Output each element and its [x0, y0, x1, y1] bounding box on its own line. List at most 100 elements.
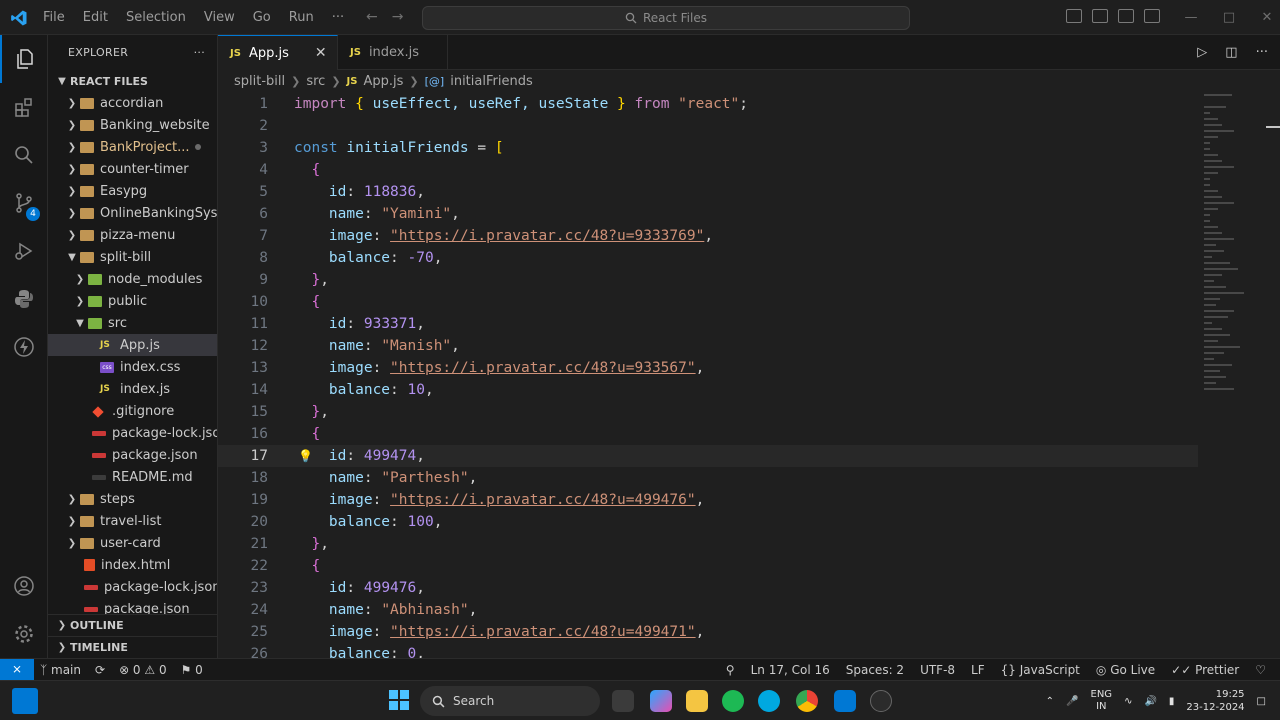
code-line[interactable]: 4 { — [218, 159, 1198, 181]
search-activity[interactable] — [0, 131, 48, 179]
code-line[interactable]: 3 const initialFriends = [ — [218, 137, 1198, 159]
menu-go[interactable]: Go — [244, 10, 280, 25]
ports-status[interactable]: ⚑ 0 — [181, 663, 203, 677]
copilot-icon[interactable] — [650, 690, 672, 712]
code-line[interactable]: 11 id: 933371, — [218, 313, 1198, 335]
file-root-package-lock-json[interactable]: package-lock.json — [48, 576, 217, 598]
taskbar-search[interactable]: Search — [420, 686, 600, 716]
folder-easypg[interactable]: ❯ Easypg — [48, 180, 217, 202]
code-line[interactable]: 2 — [218, 115, 1198, 137]
explorer-more-icon[interactable]: ··· — [194, 46, 205, 59]
workspace-section[interactable]: ▼ REACT FILES — [48, 70, 217, 92]
folder-travel-list[interactable]: ❯ travel-list — [48, 510, 217, 532]
windows-start-icon[interactable] — [389, 690, 409, 710]
menu-edit[interactable]: Edit — [74, 10, 117, 25]
file-index-html[interactable]: index.html — [48, 554, 217, 576]
code-line[interactable]: 13 image: "https://i.pravatar.cc/48?u=93… — [218, 357, 1198, 379]
close-window-icon[interactable]: ✕ — [1248, 10, 1280, 25]
folder-onlinebankingsys[interactable]: ❯ OnlineBankingSys... — [48, 202, 217, 224]
folder-bankproject[interactable]: ❯ BankProject... — [48, 136, 217, 158]
code-line[interactable]: 22 { — [218, 555, 1198, 577]
run-code-icon[interactable]: ▷ — [1197, 45, 1207, 60]
wifi-icon[interactable]: ∿ — [1124, 696, 1132, 707]
file-package-lock-json[interactable]: package-lock.json — [48, 422, 217, 444]
branch-status[interactable]: ᛉ main — [40, 663, 81, 677]
recording-app-icon[interactable] — [870, 690, 892, 712]
code-line[interactable]: 14 balance: 10, — [218, 379, 1198, 401]
language-mode[interactable]: {} JavaScript — [1001, 663, 1080, 677]
folder-split-bill[interactable]: ▼ split-bill — [48, 246, 217, 268]
timeline-section[interactable]: ❯ TIMELINE — [48, 636, 217, 658]
code-line[interactable]: 20 balance: 100, — [218, 511, 1198, 533]
menu-file[interactable]: File — [34, 10, 74, 25]
code-line[interactable]: 7 image: "https://i.pravatar.cc/48?u=933… — [218, 225, 1198, 247]
code-line[interactable]: 9 }, — [218, 269, 1198, 291]
command-center-search[interactable]: React Files — [422, 6, 910, 30]
menu-more[interactable]: ··· — [323, 10, 353, 25]
breadcrumb-folder[interactable]: src — [306, 74, 325, 89]
notifications-bell-icon[interactable]: ♡ — [1255, 663, 1266, 677]
code-line[interactable]: 26 balance: 0, — [218, 643, 1198, 658]
close-icon[interactable]: ✕ — [315, 45, 327, 61]
code-line[interactable]: 21 }, — [218, 533, 1198, 555]
code-line[interactable]: 17 💡 id: 499474, — [218, 445, 1198, 467]
end-of-line[interactable]: LF — [971, 663, 985, 677]
encoding[interactable]: UTF-8 — [920, 663, 955, 677]
battery-icon[interactable]: ▮ — [1169, 696, 1175, 707]
breadcrumb-symbol[interactable]: initialFriends — [450, 74, 533, 89]
tab-app-js[interactable]: JS App.js ✕ — [218, 35, 338, 70]
folder-src[interactable]: ▼ src — [48, 312, 217, 334]
thunder-client-activity[interactable] — [0, 323, 48, 371]
code-line[interactable]: 12 name: "Manish", — [218, 335, 1198, 357]
file-package-json[interactable]: package.json — [48, 444, 217, 466]
folder-accordian[interactable]: ❯ accordian — [48, 92, 217, 114]
minimap[interactable] — [1198, 92, 1280, 658]
file-readme-md[interactable]: README.md — [48, 466, 217, 488]
problems-status[interactable]: ⊗ 0 ⚠ 0 — [119, 663, 167, 677]
minimize-icon[interactable]: — — [1172, 10, 1210, 25]
folder-banking-website[interactable]: ❯ Banking_website — [48, 114, 217, 136]
folder-counter-timer[interactable]: ❯ counter-timer — [48, 158, 217, 180]
code-line[interactable]: 1 import { useEffect, useRef, useState } … — [218, 93, 1198, 115]
python-activity[interactable] — [0, 275, 48, 323]
zoom-icon[interactable]: ⚲ — [726, 663, 735, 677]
code-line[interactable]: 23 id: 499476, — [218, 577, 1198, 599]
back-arrow-icon[interactable]: ← — [366, 9, 378, 25]
code-line[interactable]: 25 image: "https://i.pravatar.cc/48?u=49… — [218, 621, 1198, 643]
language-indicator[interactable]: ENG IN — [1091, 689, 1113, 713]
toggle-secondary-sidebar-icon[interactable] — [1118, 9, 1134, 23]
spotify-icon[interactable] — [722, 690, 744, 712]
widgets-icon[interactable] — [12, 688, 38, 714]
breadcrumb-file[interactable]: App.js — [363, 74, 403, 89]
clock[interactable]: 19:25 23-12-2024 — [1186, 688, 1244, 714]
cortana-icon[interactable] — [758, 690, 780, 712]
tray-overflow-icon[interactable]: ⌃ — [1046, 696, 1054, 707]
folder-pizza-menu[interactable]: ❯ pizza-menu — [48, 224, 217, 246]
file-gitignore[interactable]: .gitignore — [48, 400, 217, 422]
volume-icon[interactable]: 🔊 — [1144, 696, 1156, 707]
folder-user-card[interactable]: ❯ user-card — [48, 532, 217, 554]
toggle-panel-icon[interactable] — [1092, 9, 1108, 23]
folder-node-modules[interactable]: ❯ node_modules — [48, 268, 217, 290]
code-line[interactable]: 10 { — [218, 291, 1198, 313]
folder-steps[interactable]: ❯ steps — [48, 488, 217, 510]
remote-indicator-icon[interactable]: ⨯ — [0, 659, 34, 680]
notification-center-icon[interactable]: □ — [1257, 696, 1266, 707]
code-line[interactable]: 5 id: 118836, — [218, 181, 1198, 203]
menu-selection[interactable]: Selection — [117, 10, 195, 25]
more-actions-icon[interactable]: ··· — [1256, 45, 1268, 60]
task-view-icon[interactable] — [612, 690, 634, 712]
source-control-activity[interactable]: 4 — [0, 179, 48, 227]
prettier-status[interactable]: ✓✓ Prettier — [1171, 663, 1239, 677]
file-index-js[interactable]: JS index.js — [48, 378, 217, 400]
outline-section[interactable]: ❯ OUTLINE — [48, 614, 217, 636]
file-index-css[interactable]: css index.css — [48, 356, 217, 378]
chrome-icon[interactable] — [796, 690, 818, 712]
menu-view[interactable]: View — [195, 10, 244, 25]
accounts-activity[interactable] — [0, 562, 48, 610]
code-line[interactable]: 19 image: "https://i.pravatar.cc/48?u=49… — [218, 489, 1198, 511]
split-editor-icon[interactable]: ◫ — [1225, 45, 1237, 60]
code-line[interactable]: 18 name: "Parthesh", — [218, 467, 1198, 489]
manage-activity[interactable] — [0, 610, 48, 658]
menu-run[interactable]: Run — [280, 10, 323, 25]
